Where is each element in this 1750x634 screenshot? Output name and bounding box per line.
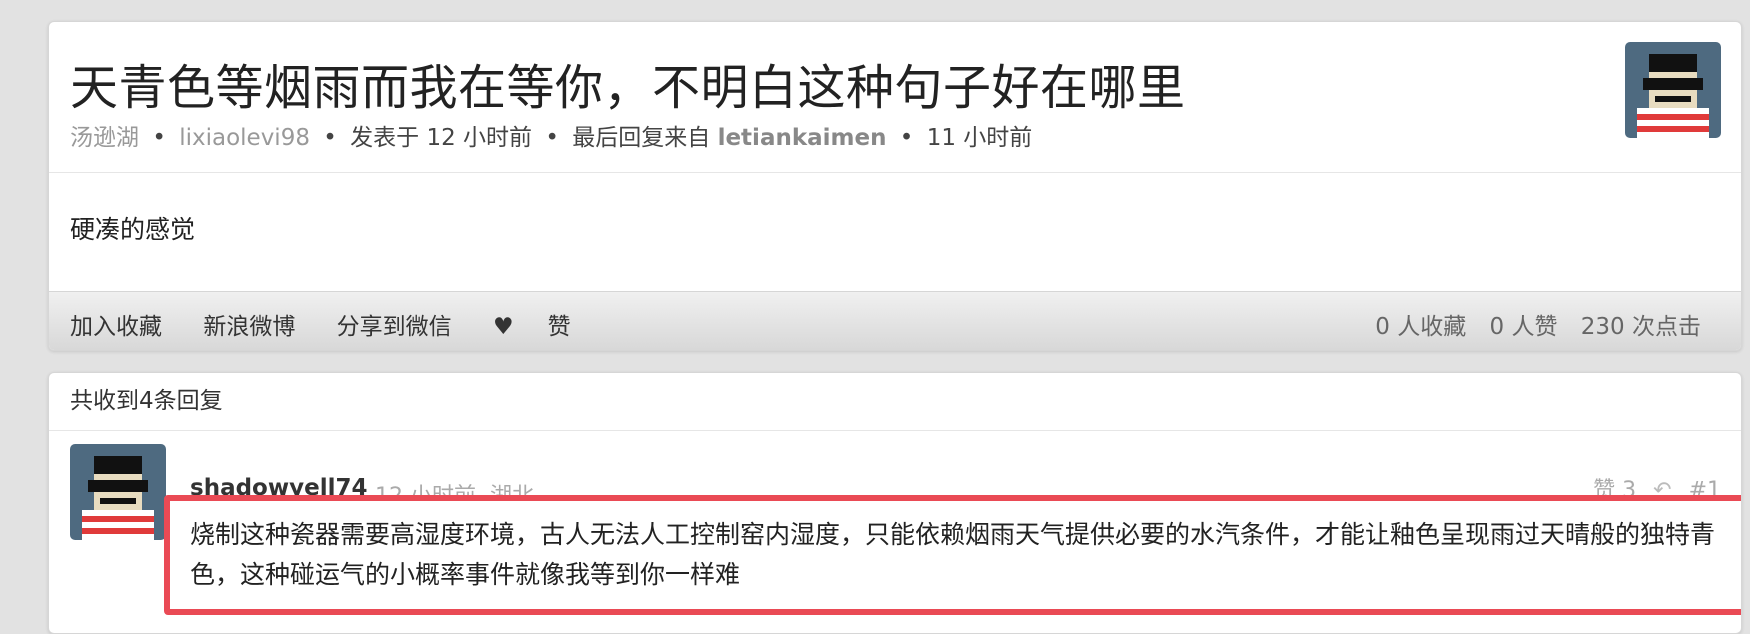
last-reply-time: 11 小时前 [926, 125, 1033, 151]
last-reply-label: 最后回复来自 [572, 125, 711, 151]
add-favorite-button[interactable]: 加入收藏 [70, 314, 162, 340]
pixel-avatar-icon [70, 444, 166, 540]
topic-header: 天青色等烟雨而我在等你，不明白这种句子好在哪里 汤逊湖 • lixiaolevi… [49, 22, 1741, 173]
topic-title: 天青色等烟雨而我在等你，不明白这种句子好在哪里 [70, 60, 1186, 116]
share-wechat-button[interactable]: 分享到微信 [337, 314, 452, 340]
topic-content: 硬凑的感觉 [70, 215, 196, 244]
separator: • [899, 125, 914, 151]
separator: • [152, 125, 166, 151]
likes-count: 0 人赞 [1489, 314, 1558, 340]
reply-author-avatar[interactable] [70, 444, 166, 540]
share-weibo-button[interactable]: 新浪微博 [203, 314, 295, 340]
footer-actions: 加入收藏 新浪微博 分享到微信 ♥ 赞 [70, 307, 639, 341]
favorites-count: 0 人收藏 [1375, 314, 1467, 340]
heart-icon: ♥ [492, 314, 514, 340]
replies-card: 共收到4条回复 shadowyell74 12 小时前 湖北 赞 3 ↶ #1 … [48, 372, 1742, 634]
topic-card: 天青色等烟雨而我在等你，不明白这种句子好在哪里 汤逊湖 • lixiaolevi… [48, 21, 1742, 351]
node-link[interactable]: 汤逊湖 [70, 125, 139, 151]
separator: • [545, 125, 559, 151]
like-button[interactable]: ♥ 赞 [493, 314, 605, 340]
footer-stats: 0 人收藏 0 人赞 230 次点击 [1359, 307, 1701, 341]
like-label: 赞 [547, 314, 571, 340]
author-avatar[interactable] [1625, 42, 1721, 138]
author-link[interactable]: lixiaolevi98 [179, 125, 310, 151]
click-count: 230 次点击 [1580, 314, 1701, 340]
separator: • [323, 125, 337, 151]
reply-item: shadowyell74 12 小时前 湖北 赞 3 ↶ #1 烧制这种瓷器需要… [49, 431, 1741, 631]
replies-count-header: 共收到4条回复 [49, 373, 1741, 431]
pixel-avatar-icon [1625, 42, 1721, 138]
topic-meta: 汤逊湖 • lixiaolevi98 • 发表于 12 小时前 • 最后回复来自… [70, 118, 1032, 152]
reply-content: 烧制这种瓷器需要高湿度环境，古人无法人工控制窑内湿度，只能依赖烟雨天气提供必要的… [164, 495, 1741, 615]
posted-time: 发表于 12 小时前 [350, 125, 533, 151]
topic-footer: 加入收藏 新浪微博 分享到微信 ♥ 赞 0 人收藏 0 人赞 230 次点击 [49, 291, 1741, 350]
last-reply-user-link[interactable]: letiankaimen [718, 125, 887, 151]
